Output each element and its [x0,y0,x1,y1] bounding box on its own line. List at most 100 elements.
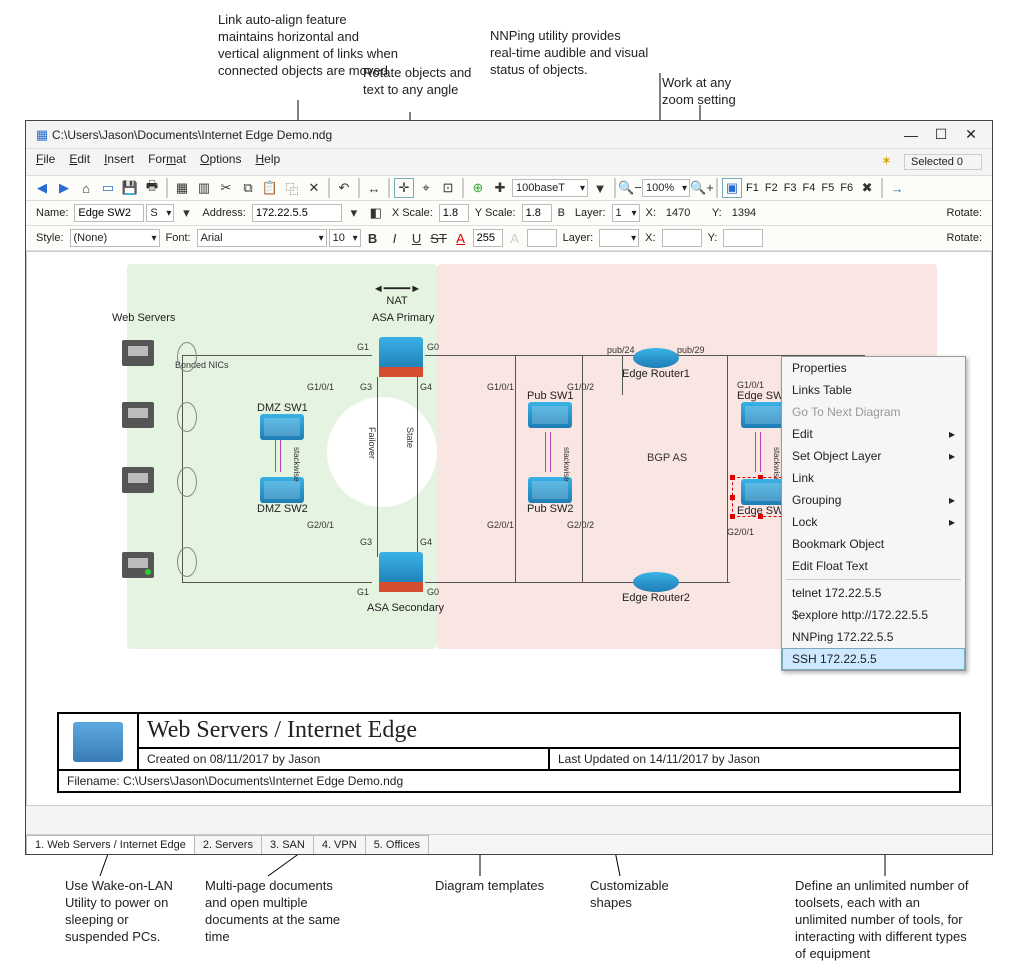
snap-center-icon[interactable]: ✛ [394,178,414,198]
color-value-input[interactable] [473,229,503,247]
snap-group-icon[interactable]: ⊡ [438,178,458,198]
props-icon3[interactable]: ◧ [366,203,386,223]
forward-icon[interactable]: ▶ [54,178,74,198]
address-input[interactable] [252,204,342,222]
ctx-nnping[interactable]: NNPing 172.22.5.5 [782,626,965,648]
ctx-ssh[interactable]: SSH 172.22.5.5 [782,648,965,670]
server-3[interactable] [122,467,154,493]
style-select[interactable]: (None) [70,229,160,247]
close-button[interactable]: ✕ [956,126,986,143]
zoom-out-icon[interactable]: 🔍− [620,178,640,198]
f2-button[interactable]: F2 [763,182,780,194]
bold-button[interactable]: B [363,228,383,248]
bg-color-icon[interactable]: A [505,228,525,248]
dmz-sw1[interactable]: DMZ SW1 [257,402,308,440]
tab-4[interactable]: 4. VPN [313,835,366,854]
bg-value-input[interactable] [527,229,557,247]
menu-file[interactable]: File [36,152,55,172]
f3-button[interactable]: F3 [782,182,799,194]
tab-1[interactable]: 1. Web Servers / Internet Edge [26,835,195,854]
ctx-edit[interactable]: Edit▸ [782,423,965,445]
menu-options[interactable]: Options [200,152,241,172]
arrow-tool-icon[interactable]: ↔ [364,178,384,198]
app-window: ▦ C:\Users\Jason\Documents\Internet Edge… [25,120,993,855]
pub-sw2[interactable]: Pub SW2 [527,477,573,515]
save-icon[interactable]: 💾 [120,178,140,198]
titlebar[interactable]: ▦ C:\Users\Jason\Documents\Internet Edge… [26,121,992,149]
asa-primary[interactable] [379,337,423,371]
ctx-explore[interactable]: $explore http://172.22.5.5 [782,604,965,626]
f4-button[interactable]: F4 [801,182,818,194]
link-icon[interactable]: ✚ [490,178,510,198]
print-icon[interactable]: 🖶 [142,178,162,198]
f5-button[interactable]: F5 [819,182,836,194]
fit-icon[interactable]: ▣ [722,178,742,198]
zoom-select[interactable]: 100% [642,179,690,197]
globe-icon[interactable]: ⊕ [468,178,488,198]
align-icon[interactable]: ▥ [194,178,214,198]
props-icon1[interactable]: ▾ [176,203,196,223]
tab-2[interactable]: 2. Servers [194,835,262,854]
ctx-links-table[interactable]: Links Table [782,379,965,401]
server-2[interactable] [122,402,154,428]
x-value: 1470 [666,207,702,219]
font-select[interactable]: Arial [197,229,327,247]
f6-button[interactable]: F6 [838,182,855,194]
tab-3[interactable]: 3. SAN [261,835,314,854]
t-x-input[interactable] [662,229,702,247]
maximize-button[interactable]: ☐ [926,126,956,143]
minimize-button[interactable]: — [896,127,926,143]
grid-icon[interactable]: ▦ [172,178,192,198]
dmz-sw2[interactable]: DMZ SW2 [257,477,308,515]
ctx-bookmark[interactable]: Bookmark Object [782,533,965,555]
media-type-select[interactable]: 100baseT [512,179,588,197]
xscale-input[interactable] [439,204,469,222]
zoom-in-icon[interactable]: 🔍+ [692,178,712,198]
open-icon[interactable]: ▭ [98,178,118,198]
ctx-grouping[interactable]: Grouping▸ [782,489,965,511]
ctx-telnet[interactable]: telnet 172.22.5.5 [782,582,965,604]
snap-node-icon[interactable]: ⌖ [416,178,436,198]
ctx-lock[interactable]: Lock▸ [782,511,965,533]
close-x-icon[interactable]: ✖ [857,178,877,198]
back-icon[interactable]: ◀ [32,178,52,198]
t-layer-select[interactable] [599,229,639,247]
copy-icon[interactable]: ⧉ [238,178,258,198]
layer-select[interactable]: 1 [612,204,640,222]
menu-help[interactable]: Help [255,152,280,172]
font-color-icon[interactable]: A [451,228,471,248]
edge-router2[interactable]: Edge Router2 [622,572,690,604]
underline-button[interactable]: U [407,228,427,248]
menu-edit[interactable]: Edit [69,152,90,172]
font-size-select[interactable]: 10 [329,229,361,247]
f1-button[interactable]: F1 [744,182,761,194]
yscale-input[interactable] [522,204,552,222]
delete-icon[interactable]: ✕ [304,178,324,198]
pub-sw1[interactable]: Pub SW1 [527,390,573,428]
home-icon[interactable]: ⌂ [76,178,96,198]
name-input[interactable] [74,204,144,222]
text-toolbar: Style: (None) Font: Arial 10 B I U ST A … [26,226,992,251]
asa-secondary[interactable] [379,552,423,586]
menu-insert[interactable]: Insert [104,152,134,172]
size-select[interactable]: S [146,204,174,222]
server-4[interactable] [122,552,154,578]
undo-icon[interactable]: ↶ [334,178,354,198]
more-icon[interactable]: → [887,178,907,198]
ctx-edit-float[interactable]: Edit Float Text [782,555,965,577]
server-1[interactable] [122,340,154,366]
gear-icon[interactable]: ✶ [880,152,900,172]
props-icon2[interactable]: ▾ [344,203,364,223]
paste-icon[interactable]: 📋 [260,178,280,198]
ctx-set-layer[interactable]: Set Object Layer▸ [782,445,965,467]
ctx-link[interactable]: Link [782,467,965,489]
t-y-input[interactable] [723,229,763,247]
menu-format[interactable]: Format [148,152,186,172]
italic-button[interactable]: I [385,228,405,248]
tab-5[interactable]: 5. Offices [365,835,429,854]
cut-icon[interactable]: ✂ [216,178,236,198]
ctx-properties[interactable]: Properties [782,357,965,379]
link-add-icon[interactable]: ▼ [590,178,610,198]
duplicate-icon[interactable]: ⿻ [282,178,302,198]
strike-button[interactable]: ST [429,228,449,248]
